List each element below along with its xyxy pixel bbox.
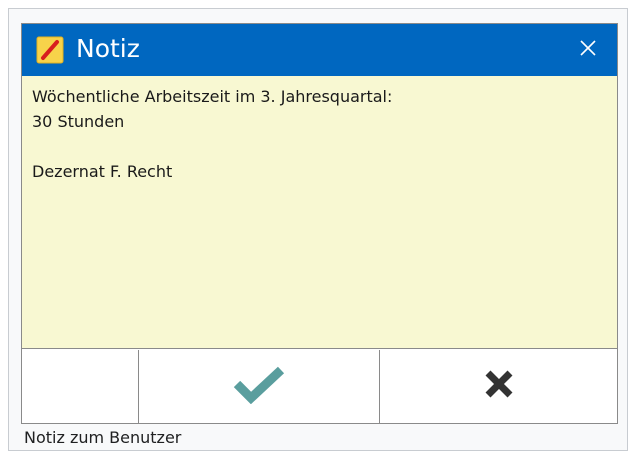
note-text-area[interactable]: Wöchentliche Arbeitszeit im 3. Jahresqua… xyxy=(22,76,617,349)
note-dialog: Notiz Wöchentliche Arbeitszeit im 3. Jah… xyxy=(21,23,618,424)
checkmark-icon xyxy=(231,364,287,409)
pencil-note-icon xyxy=(36,36,64,64)
empty-button[interactable] xyxy=(22,350,139,423)
figure-frame: Notiz Wöchentliche Arbeitszeit im 3. Jah… xyxy=(8,8,628,451)
close-icon xyxy=(578,38,598,63)
dialog-titlebar[interactable]: Notiz xyxy=(22,24,617,76)
figure-caption: Notiz zum Benutzer xyxy=(24,428,182,447)
note-text: Wöchentliche Arbeitszeit im 3. Jahresqua… xyxy=(32,87,393,181)
close-button[interactable] xyxy=(559,24,617,76)
x-icon xyxy=(484,369,514,404)
dialog-button-row xyxy=(22,350,617,423)
dialog-title: Notiz xyxy=(76,34,140,63)
confirm-button[interactable] xyxy=(139,350,380,423)
cancel-button[interactable] xyxy=(380,350,617,423)
